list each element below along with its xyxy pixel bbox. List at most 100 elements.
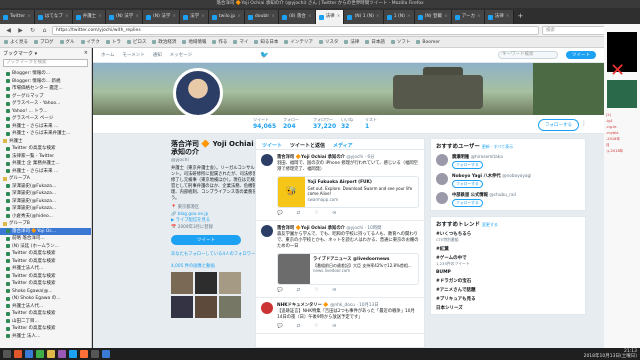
tweet-item[interactable]: 落合洋司 🔶Yoji Ochiai 承知の介 @yjochi · 6分 羽田、福岡… [256, 150, 424, 221]
retweet-icon[interactable]: ⇄ [297, 288, 301, 293]
bookmark-item[interactable]: 日本語 [365, 39, 385, 45]
tweet-author[interactable]: NHKドキュメンタリー 🔶 [277, 303, 329, 308]
browser-tab[interactable]: (8) 落合 × [279, 10, 316, 24]
folder-icon[interactable] [47, 350, 55, 358]
sidebar-item[interactable]: (N) Shoko Egawa の... [0, 295, 91, 303]
bookmark-item[interactable]: インテリア [284, 39, 313, 45]
sidebar-title[interactable]: ブックマーク ▾ [3, 50, 37, 57]
bookmark-item[interactable]: ピロス [126, 39, 146, 45]
twitter-bird-icon[interactable]: 🐦 [260, 51, 269, 59]
twitter-search-input[interactable]: キーワード検索 [498, 51, 558, 59]
link-card[interactable]: ライブドアニュース @livedoornews 【番組前日の歳差記】大臣 支持率4… [277, 253, 419, 285]
bookmark-item[interactable]: マイ [233, 39, 248, 45]
sidebar-item[interactable]: 弁護士・さらば未来弁護士... [0, 130, 91, 138]
profile-avatar[interactable] [173, 68, 223, 118]
trends-change-link[interactable]: 変更する [482, 222, 498, 227]
sidebar-item[interactable]: 深澤諭史(@Fukaza... [0, 183, 91, 191]
sidebar-item[interactable]: グーグルマップ [0, 93, 91, 101]
browser-tab[interactable]: 弁護士 × [72, 10, 106, 24]
trend-item[interactable]: #いくつもちるら CTE特別番組 [436, 231, 580, 243]
app-icon[interactable] [36, 350, 44, 358]
message-icon[interactable]: ✉ [332, 288, 336, 293]
follow-user-button[interactable]: フォローする [452, 180, 483, 188]
photo-thumb[interactable] [195, 272, 217, 294]
sidebar-item[interactable]: Twitter の高度な検索 [0, 280, 91, 288]
sidebar-item[interactable]: 深澤諭史(@Fukaza... [0, 198, 91, 206]
trend-item[interactable]: #アニメさんで話題 [436, 287, 580, 293]
browser-tab[interactable]: 法律 × [484, 10, 514, 24]
bookmark-item[interactable]: トラ [105, 39, 121, 45]
sidebar-item[interactable]: 弁護士 - さらば未来 ... [0, 123, 91, 131]
profile-stat[interactable]: フォロー 204 [283, 117, 299, 130]
bookmark-item[interactable]: 地域情報 [182, 39, 206, 45]
suggested-user[interactable]: 中部鉄道 公式情報 @chubu_rail フォローする [436, 192, 580, 207]
browser-tab[interactable]: (N) 登載 × [414, 10, 452, 24]
profile-stat[interactable]: いいね 32 [341, 117, 353, 130]
sidebar-item[interactable]: (N) 法廷 (ホームラン... [0, 243, 91, 251]
home-icon[interactable]: ⌂ [40, 26, 49, 35]
photo-thumb[interactable] [219, 272, 241, 294]
tab-tweets-replies[interactable]: ツイートと返信 [290, 142, 325, 149]
profile-name[interactable]: 落合洋司 🔶 Yoji Ochiai 承知の介 [171, 140, 263, 156]
sidebar-item[interactable]: 深澤諭史(@Fukaza... [0, 190, 91, 198]
sidebar-item[interactable]: Blogger: 情報の... [0, 70, 91, 78]
tab-close-icon[interactable]: × [506, 10, 510, 24]
sidebar-item[interactable]: Twitter の高度な検索 [0, 145, 91, 153]
sidebar-item[interactable]: グループA [0, 175, 91, 183]
tab-close-icon[interactable]: × [65, 10, 69, 24]
nav-home[interactable]: ホーム [101, 52, 114, 58]
bookmark-item[interactable]: グル [59, 39, 75, 45]
tab-close-icon[interactable]: × [98, 10, 102, 24]
follow-user-button[interactable]: フォローする [452, 199, 483, 207]
sidebar-item[interactable]: Twitter の高度な検索 [0, 273, 91, 281]
back-icon[interactable]: ◀ [4, 26, 13, 35]
trend-item[interactable]: #ドラガンの宝石 [436, 278, 580, 284]
retweet-icon[interactable]: ⇄ [297, 324, 301, 329]
tab-close-icon[interactable]: × [135, 10, 139, 24]
bookmark-item[interactable]: リスタ [318, 39, 338, 45]
bookmark-item[interactable]: ブログ [34, 39, 54, 45]
tweet-item[interactable]: 落合洋司 🔶Yoji Ochiai 承知の介 @yjochi · 10時間 森友学… [256, 221, 424, 298]
bookmark-item[interactable]: Boomer [416, 40, 440, 45]
sidebar-item[interactable]: Yahoo! ... トラ... [0, 108, 91, 116]
bookmark-item[interactable]: よく見る [4, 39, 28, 45]
search-bar[interactable]: 検索 [542, 25, 612, 35]
forward-icon[interactable]: ▶ [16, 26, 25, 35]
sidebar-item[interactable]: 山田二丁目... [0, 318, 91, 326]
tab-close-icon[interactable]: × [237, 10, 241, 24]
bookmark-item[interactable]: 知る日本 [254, 39, 278, 45]
tab-close-icon[interactable]: × [201, 10, 205, 24]
sidebar-item[interactable]: 弁護士 法人... [0, 333, 91, 341]
sidebar-item[interactable]: Twitter の高度な検索 [0, 250, 91, 258]
tweet-avatar[interactable] [261, 154, 273, 166]
tab-close-icon[interactable]: × [407, 10, 411, 24]
nav-notifications[interactable]: 通知 [153, 52, 162, 58]
browser-tab[interactable]: 法律 × [315, 10, 345, 24]
tab-tweets[interactable]: ツイート [262, 142, 282, 149]
tab-close-icon[interactable]: × [271, 10, 275, 24]
retweet-icon[interactable]: ⇄ [297, 211, 301, 216]
followers-you-know-link[interactable]: あなたもフォローしている4人のフォロワー [171, 251, 263, 257]
photos-link[interactable]: 4,005 件の画像と動画 [171, 263, 263, 269]
browser-tab[interactable]: twilo.jp × [208, 10, 245, 24]
browser-tab[interactable]: 法学 × [180, 10, 209, 24]
profile-stat[interactable]: フォロワー 37,220 [313, 117, 336, 130]
suggested-user-name[interactable]: 中部鉄道 公式情報 @chubu_rail [452, 192, 516, 198]
photo-thumb[interactable] [219, 296, 241, 318]
trend-item[interactable]: #プリキュアも見る [436, 296, 580, 302]
bookmark-item[interactable]: ソフト [390, 39, 410, 45]
tweet-author[interactable]: 落合洋司 🔶Yoji Ochiai 承知の介 [277, 155, 345, 160]
new-tab-button[interactable]: + [514, 8, 528, 24]
sidebar-item[interactable]: 法律家一覧 - Twitter [0, 153, 91, 161]
browser-tab[interactable]: (N) 法学 × [105, 10, 144, 24]
app-icon[interactable] [58, 350, 66, 358]
link-card[interactable]: 🐝 Yoji Fukuoka Airport (FUK) Get out. Expl… [277, 176, 419, 208]
follow-button[interactable]: フォローする [538, 119, 579, 131]
clock[interactable]: 21:13 2018年10月13日(土曜日) [584, 349, 637, 359]
browser-tab[interactable]: アーカ × [451, 10, 485, 24]
sidebar-item[interactable]: 市場価格センター 鑑定... [0, 85, 91, 93]
app-icon[interactable] [14, 350, 22, 358]
nav-messages[interactable]: メッセージ [170, 52, 192, 58]
tweet-item[interactable]: NHKドキュメンタリー 🔶 @nhk_docu · 10月13日 【追跡証言】NH… [256, 298, 424, 334]
suggested-user-name[interactable]: 廣瀬明隆 @hirosemitaka [452, 154, 503, 160]
